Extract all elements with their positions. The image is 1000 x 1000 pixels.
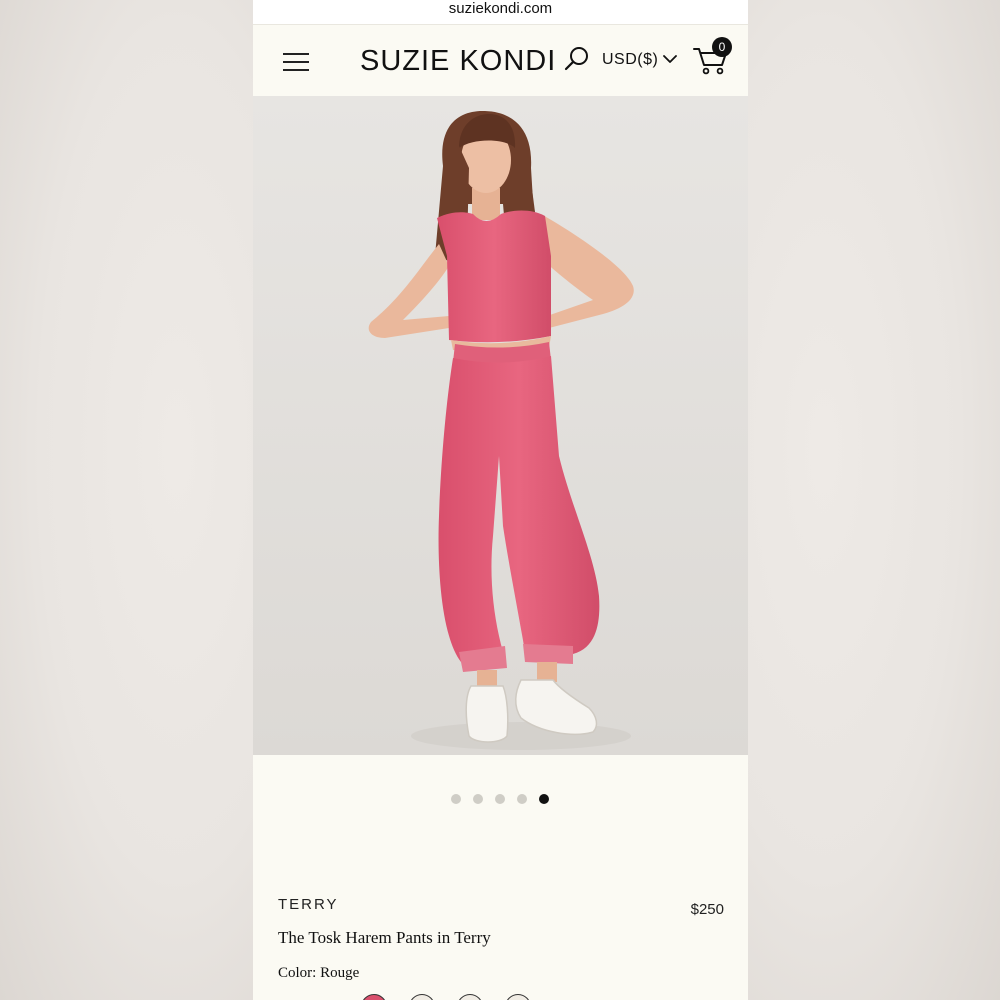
url-text: suziekondi.com	[448, 0, 553, 17]
color-swatch-1[interactable]	[361, 994, 387, 1000]
chevron-down-icon[interactable]	[663, 54, 677, 64]
color-swatches	[361, 994, 531, 1000]
brand-logo[interactable]: SUZIE KONDI	[360, 43, 556, 79]
carousel-dot-1[interactable]	[451, 794, 461, 804]
carousel-dot-2[interactable]	[473, 794, 483, 804]
mobile-browser-viewport: suziekondi.com SUZIE KONDI USD($) 0 TERR…	[253, 0, 748, 1000]
product-photo-illustration	[253, 96, 748, 755]
currency-selector[interactable]: USD($)	[602, 50, 658, 70]
site-header: SUZIE KONDI USD($) 0	[253, 24, 748, 97]
color-label: Color: Rouge	[278, 965, 360, 981]
cart-count-badge: 0	[712, 37, 732, 57]
product-category[interactable]: TERRY	[278, 896, 339, 913]
product-photo[interactable]	[253, 96, 748, 755]
hamburger-menu-icon[interactable]	[283, 52, 309, 72]
product-title: The Tosk Harem Pants in Terry	[278, 928, 491, 947]
carousel-pagination	[451, 794, 549, 804]
color-swatch-4[interactable]	[505, 994, 531, 1000]
color-swatch-2[interactable]	[409, 994, 435, 1000]
left-blur-background	[0, 0, 253, 1000]
carousel-dot-3[interactable]	[495, 794, 505, 804]
address-bar[interactable]: suziekondi.com	[253, 0, 748, 24]
search-icon[interactable]	[562, 45, 590, 73]
carousel-dot-4[interactable]	[517, 794, 527, 804]
color-swatch-3[interactable]	[457, 994, 483, 1000]
product-price: $250	[690, 901, 724, 918]
right-blur-background	[748, 0, 1000, 1000]
carousel-dot-5-active[interactable]	[539, 794, 549, 804]
